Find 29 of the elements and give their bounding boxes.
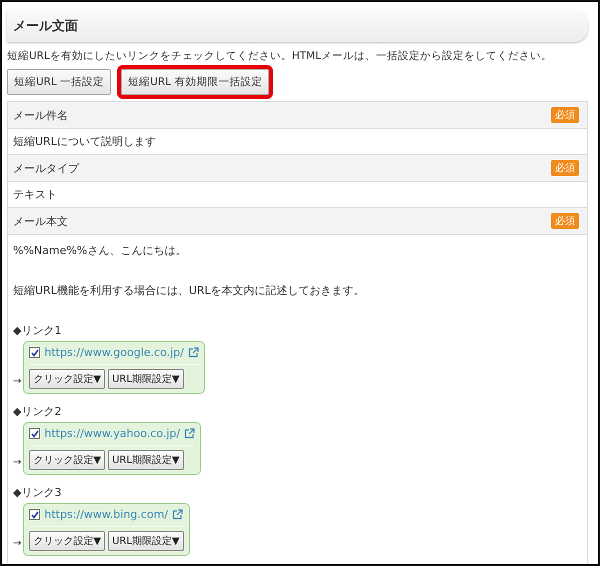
external-link-icon[interactable] (172, 509, 183, 520)
link-label: ◆リンク2 (13, 404, 62, 419)
arrow-text: → (13, 376, 22, 389)
link-label: ◆リンク3 (13, 485, 62, 500)
dropdown-button[interactable]: クリック設定▼ (29, 450, 106, 470)
link-label: ◆リンク1 (13, 323, 62, 338)
dropdown-button[interactable]: URL期限設定▼ (108, 531, 184, 551)
field-label: メール本文 (13, 214, 68, 228)
body-text: 短縮URL機能を利用する場合には、URLを本文内に記述しておきます。 (13, 283, 366, 299)
checkbox[interactable] (29, 428, 40, 439)
arrow-text: → (13, 538, 22, 551)
field-label: メールタイプ (13, 160, 79, 176)
dropdown-button[interactable]: クリック設定▼ (29, 531, 106, 551)
checkbox[interactable] (29, 347, 40, 358)
bulk-setting-button[interactable]: 短縮URL 一括設定 (7, 69, 112, 95)
dropdown-button[interactable]: クリック設定▼ (29, 369, 106, 389)
external-link-icon[interactable] (188, 347, 199, 358)
arrow-text: → (13, 457, 22, 470)
required-badge: 必須 (551, 213, 579, 229)
section-title: メール文面 (7, 10, 588, 42)
dropdown-button[interactable]: URL期限設定▼ (108, 450, 184, 470)
dropdown-button[interactable]: URL期限設定▼ (108, 369, 184, 389)
instruction-text: 短縮URLを有効にしたいリンクをチェックしてください。HTMLメールは、一括設定から設定をしてください。 (7, 49, 554, 63)
body-text: %%Name%%さん、こんにちは。 (13, 243, 188, 259)
required-badge: 必須 (551, 160, 579, 176)
required-badge: 必須 (551, 107, 579, 123)
field-label: メール件名 (13, 108, 68, 122)
external-link-icon[interactable] (184, 428, 196, 439)
checkbox[interactable] (29, 509, 40, 520)
